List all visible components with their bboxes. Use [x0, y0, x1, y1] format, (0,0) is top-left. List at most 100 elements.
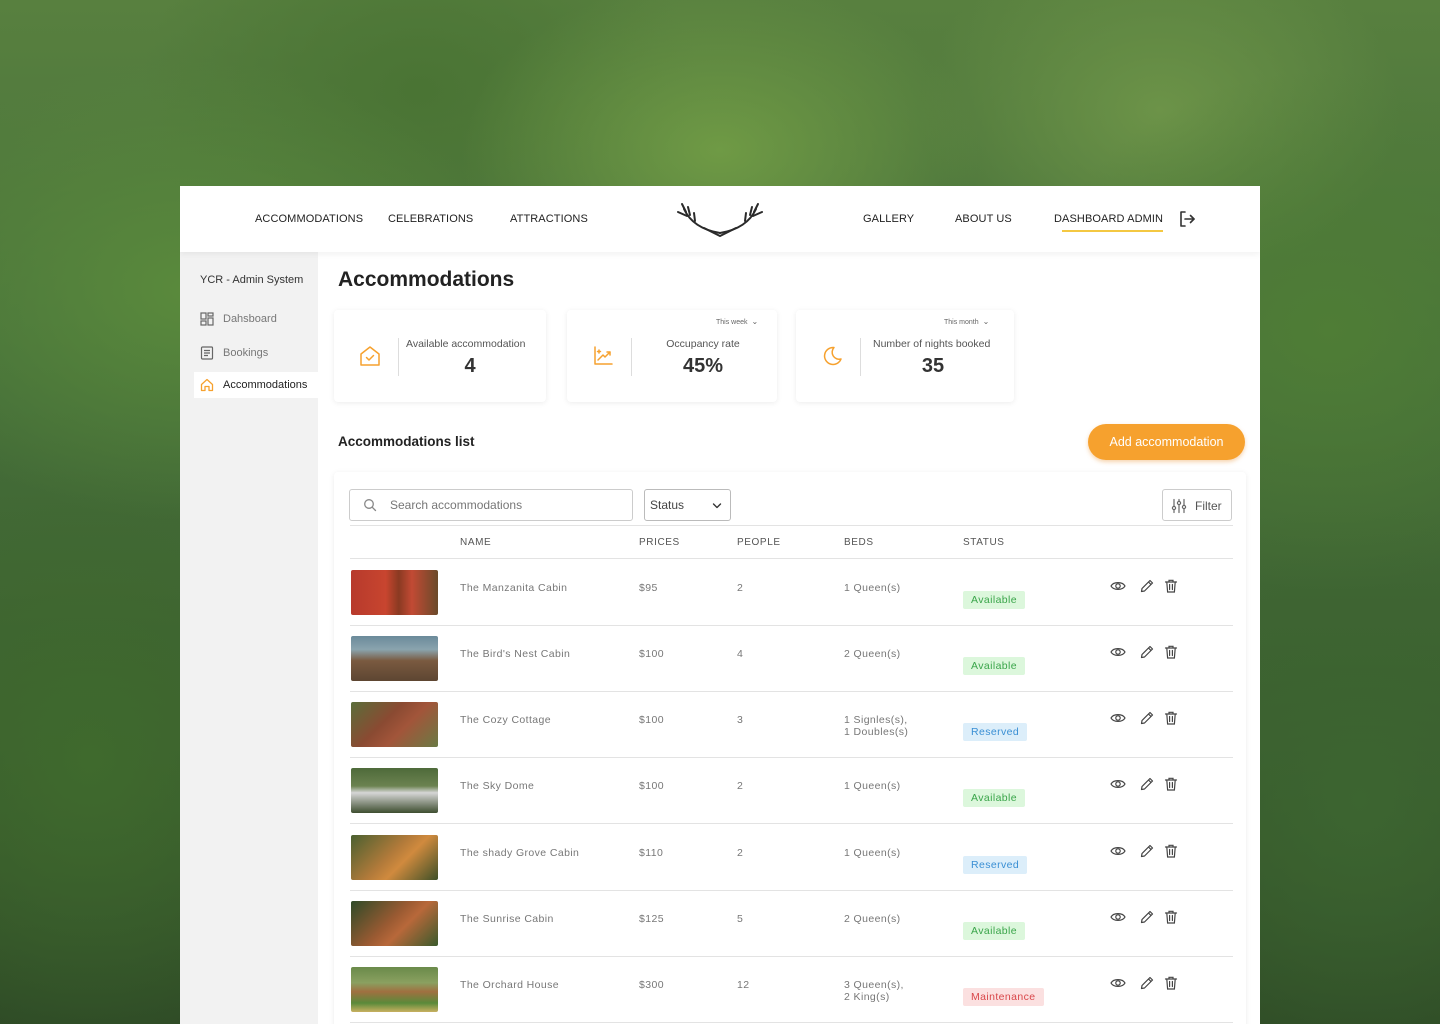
table-row[interactable]: The Sky Dome $100 2 1 Queen(s) Available [350, 758, 1233, 824]
stat-label: Number of nights booked [873, 338, 991, 350]
table-row[interactable]: The Orchard House $300 12 3 Queen(s), 2 K… [350, 957, 1233, 1023]
top-navigation: ACCOMMODATIONS CELEBRATIONS ATTRACTIONS … [180, 186, 1260, 252]
nav-dashboard-admin[interactable]: DASHBOARD ADMIN [1054, 213, 1164, 232]
add-accommodation-button[interactable]: Add accommodation [1088, 424, 1245, 460]
edit-pencil-icon[interactable] [1139, 909, 1155, 925]
cell-name: The Sky Dome [460, 780, 535, 792]
beds-line: 2 Queen(s) [844, 648, 901, 660]
admin-window: ACCOMMODATIONS CELEBRATIONS ATTRACTIONS … [180, 186, 1260, 1024]
table-divider [350, 558, 1233, 559]
nav-celebrations[interactable]: CELEBRATIONS [388, 213, 473, 225]
view-eye-icon[interactable] [1110, 909, 1126, 925]
stat-value: 35 [921, 355, 945, 377]
filter-button[interactable]: Filter [1162, 489, 1232, 521]
moon-icon [823, 346, 842, 366]
column-header-prices: PRICES [639, 537, 680, 548]
status-badge: Available [963, 789, 1026, 807]
accommodation-thumbnail [351, 967, 438, 1012]
filter-label: Filter [1195, 499, 1222, 513]
view-eye-icon[interactable] [1110, 776, 1126, 792]
view-eye-icon[interactable] [1110, 843, 1126, 859]
beds-line: 1 Queen(s) [844, 780, 901, 792]
table-row[interactable]: The Sunrise Cabin $125 5 2 Queen(s) Avai… [350, 891, 1233, 957]
period-selector[interactable]: This month ⌄ [944, 317, 989, 326]
status-select[interactable]: Status [644, 489, 731, 521]
view-eye-icon[interactable] [1110, 710, 1126, 726]
cell-name: The shady Grove Cabin [460, 847, 580, 859]
sidebar-item-label: Accommodations [223, 379, 308, 391]
chevron-down-icon: ⌄ [982, 317, 990, 326]
beds-line: 1 Signles(s), [844, 714, 908, 726]
cell-name: The Sunrise Cabin [460, 913, 554, 925]
view-eye-icon[interactable] [1110, 644, 1126, 660]
column-header-people: PEOPLE [737, 537, 781, 548]
delete-trash-icon[interactable] [1163, 909, 1179, 925]
table-row[interactable]: The shady Grove Cabin $110 2 1 Queen(s) … [350, 825, 1233, 891]
sidebar-item-label: Dahsboard [223, 313, 277, 325]
document-icon [200, 346, 214, 360]
list-title: Accommodations list [338, 434, 475, 449]
delete-trash-icon[interactable] [1163, 644, 1179, 660]
chart-growth-icon [594, 346, 613, 365]
edit-pencil-icon[interactable] [1139, 843, 1155, 859]
nav-attractions[interactable]: ATTRACTIONS [510, 213, 588, 225]
logout-icon[interactable] [1178, 210, 1196, 228]
status-badge: Reserved [963, 856, 1028, 874]
page-title: Accommodations [338, 268, 515, 291]
nav-about-us[interactable]: ABOUT US [955, 213, 1012, 225]
accommodation-thumbnail [351, 768, 438, 813]
cell-people: 2 [737, 582, 744, 594]
search-input[interactable] [349, 489, 633, 521]
edit-pencil-icon[interactable] [1139, 578, 1155, 594]
nav-gallery[interactable]: GALLERY [863, 213, 914, 225]
status-badge: Reserved [963, 723, 1028, 741]
house-check-icon [360, 346, 380, 366]
delete-trash-icon[interactable] [1163, 710, 1179, 726]
beds-line: 3 Queen(s), [844, 979, 904, 991]
table-row[interactable]: The Manzanita Cabin $95 2 1 Queen(s) Ava… [350, 560, 1233, 626]
status-badge: Maintenance [963, 988, 1044, 1006]
stat-card-nights: This month ⌄ Number of nights booked 35 [796, 310, 1014, 402]
cell-name: The Manzanita Cabin [460, 582, 568, 594]
beds-line: 1 Queen(s) [844, 582, 901, 594]
beds-line: 2 King(s) [844, 991, 890, 1003]
view-eye-icon[interactable] [1110, 578, 1126, 594]
sidebar-item-label: Bookings [223, 347, 269, 359]
delete-trash-icon[interactable] [1163, 843, 1179, 859]
cell-price: $95 [639, 582, 658, 594]
cell-beds: 2 Queen(s) [844, 648, 901, 660]
stat-card-available: Available accommodation 4 [334, 310, 546, 402]
edit-pencil-icon[interactable] [1139, 710, 1155, 726]
period-label: This month [944, 319, 979, 326]
sidebar-item-accommodations[interactable]: Accommodations [194, 372, 318, 398]
edit-pencil-icon[interactable] [1139, 644, 1155, 660]
edit-pencil-icon[interactable] [1139, 776, 1155, 792]
cell-beds: 1 Queen(s) [844, 582, 901, 594]
accommodation-thumbnail [351, 835, 438, 880]
table-row[interactable]: The Bird's Nest Cabin $100 4 2 Queen(s) … [350, 626, 1233, 692]
delete-trash-icon[interactable] [1163, 578, 1179, 594]
sliders-icon [1171, 498, 1187, 514]
view-eye-icon[interactable] [1110, 975, 1126, 991]
table-row[interactable]: The Cozy Cottage $100 3 1 Signles(s), 1 D… [350, 692, 1233, 758]
accommodations-table-panel: Status Filter NAME PRICES PEOPLE BEDS ST… [334, 472, 1246, 1024]
stat-value: 45% [682, 355, 724, 377]
cell-beds: 1 Queen(s) [844, 780, 901, 792]
cell-beds: 1 Queen(s) [844, 847, 901, 859]
card-divider [631, 338, 632, 376]
cell-price: $300 [639, 979, 664, 991]
stat-label: Available accommodation [406, 338, 526, 350]
edit-pencil-icon[interactable] [1139, 975, 1155, 991]
cell-name: The Cozy Cottage [460, 714, 552, 726]
sidebar-item-dashboard[interactable]: Dahsboard [194, 306, 318, 332]
sidebar-item-bookings[interactable]: Bookings [194, 340, 318, 366]
antler-logo-icon[interactable] [674, 200, 766, 238]
nav-accommodations[interactable]: ACCOMMODATIONS [255, 213, 363, 225]
delete-trash-icon[interactable] [1163, 776, 1179, 792]
cell-people: 2 [737, 847, 744, 859]
delete-trash-icon[interactable] [1163, 975, 1179, 991]
cell-beds: 3 Queen(s), 2 King(s) [844, 979, 904, 1003]
status-badge: Available [963, 657, 1026, 675]
sidebar: YCR - Admin System Dahsboard Bookings Ac… [180, 252, 318, 1024]
period-selector[interactable]: This week ⌄ [716, 317, 758, 326]
